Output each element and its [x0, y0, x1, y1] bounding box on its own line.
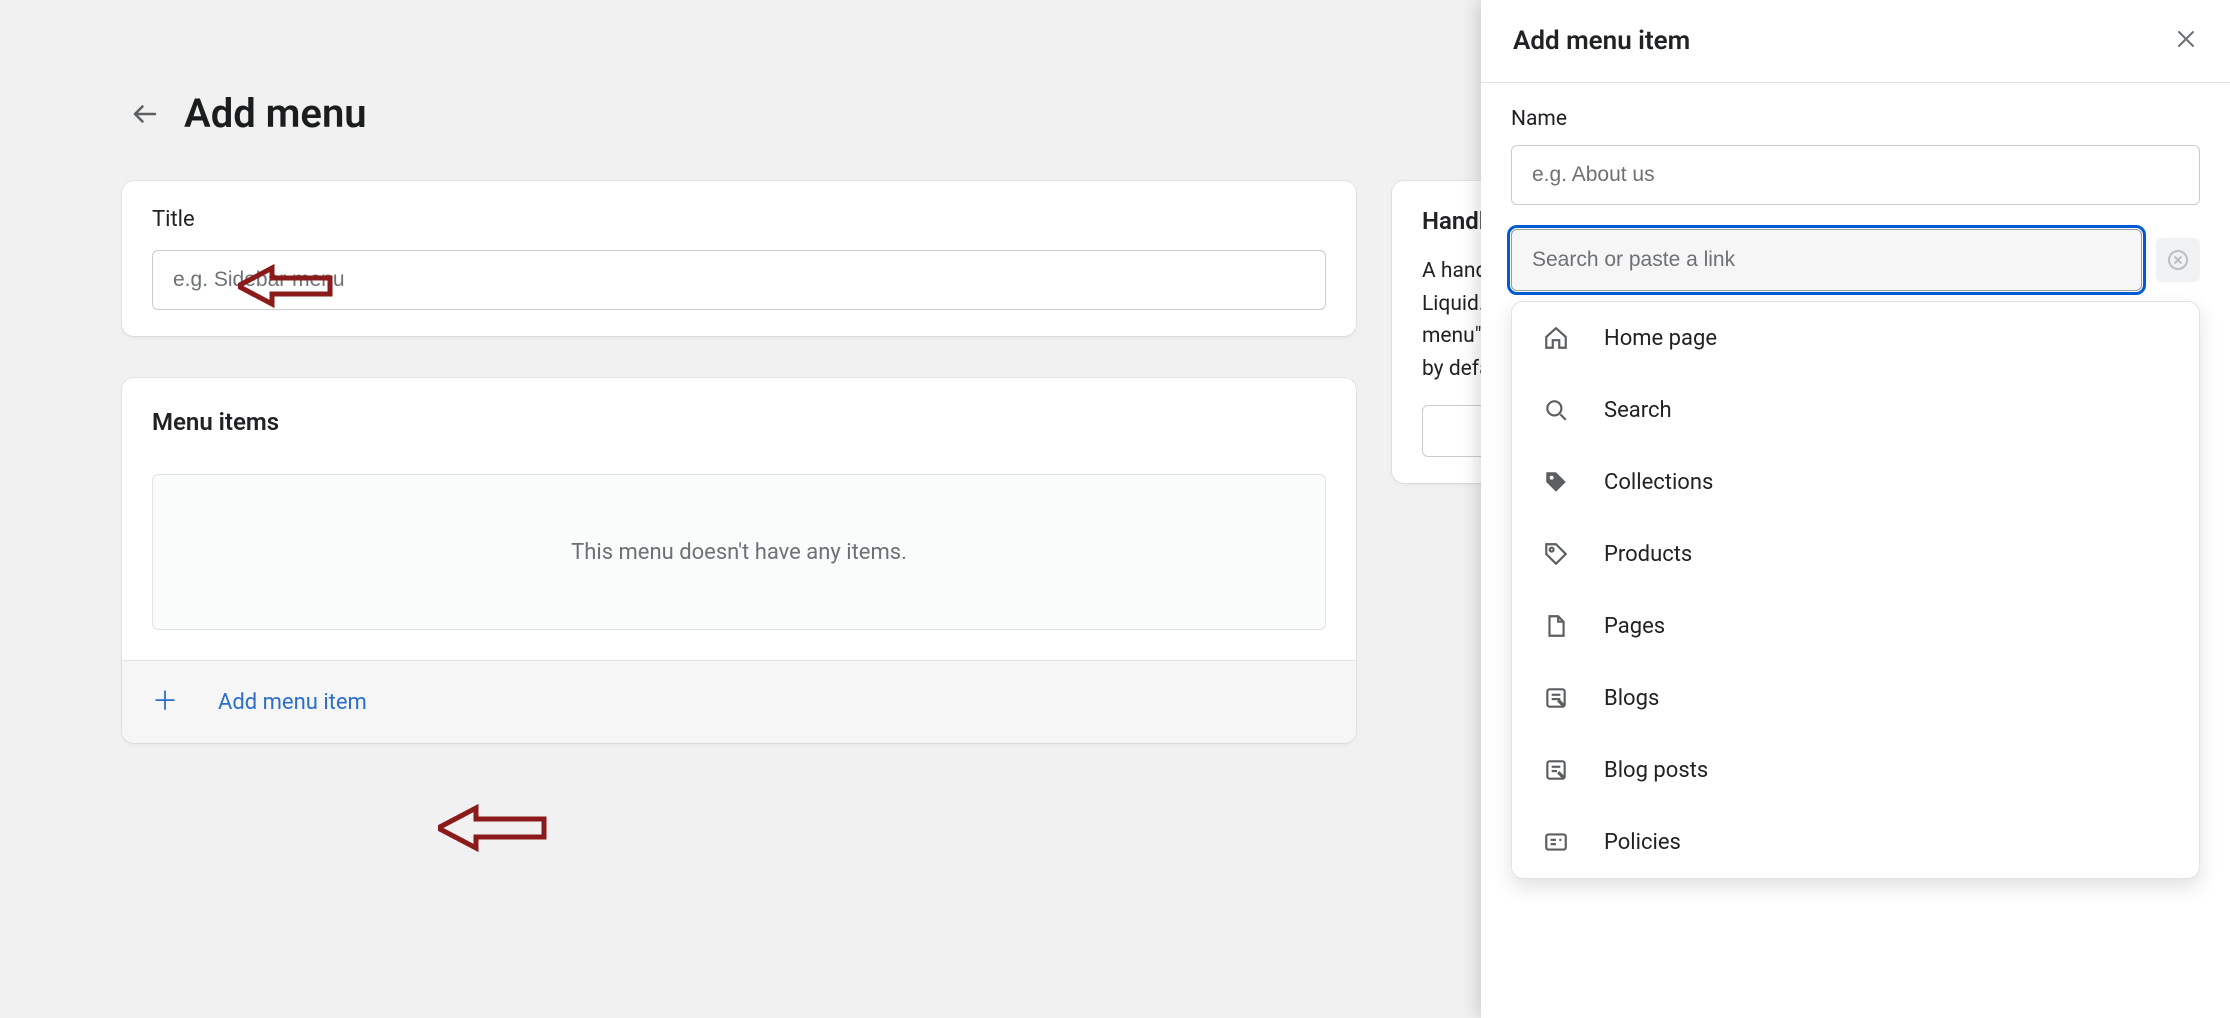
link-input[interactable] — [1511, 229, 2142, 291]
panel-header: Add menu item — [1481, 0, 2230, 83]
dropdown-label: Home page — [1604, 326, 1717, 351]
panel-title: Add menu item — [1513, 26, 1690, 56]
policy-icon — [1542, 828, 1570, 856]
title-card: Title — [122, 181, 1356, 336]
name-label: Name — [1511, 107, 2200, 131]
close-icon[interactable] — [2174, 27, 2198, 56]
dropdown-label: Pages — [1604, 614, 1665, 639]
tag-icon — [1542, 468, 1570, 496]
dropdown-label: Policies — [1604, 830, 1681, 855]
page-icon — [1542, 612, 1570, 640]
menu-items-card: Menu items This menu doesn't have any it… — [122, 378, 1356, 743]
panel-body: Name Home page Search — [1481, 83, 2230, 1018]
dropdown-label: Blogs — [1604, 686, 1659, 711]
menu-items-heading: Menu items — [152, 408, 1326, 436]
dropdown-item-blogs[interactable]: Blogs — [1512, 662, 2199, 734]
dropdown-item-products[interactable]: Products — [1512, 518, 2199, 590]
add-menu-item-panel: Add menu item Name Home page — [1481, 0, 2230, 1018]
dropdown-item-pages[interactable]: Pages — [1512, 590, 2199, 662]
empty-text: This menu doesn't have any items. — [571, 540, 907, 565]
blog-post-icon — [1542, 756, 1570, 784]
menu-items-empty-state: This menu doesn't have any items. — [152, 474, 1326, 630]
add-menu-item-button[interactable]: ＋ Add menu item — [122, 660, 1356, 743]
title-input[interactable] — [152, 250, 1326, 310]
link-row — [1511, 229, 2200, 291]
add-menu-item-label: Add menu item — [218, 690, 367, 715]
name-input[interactable] — [1511, 145, 2200, 205]
tag-outline-icon — [1542, 540, 1570, 568]
link-dropdown: Home page Search Collections Products — [1511, 301, 2200, 879]
blog-icon — [1542, 684, 1570, 712]
dropdown-item-search[interactable]: Search — [1512, 374, 2199, 446]
dropdown-item-home[interactable]: Home page — [1512, 302, 2199, 374]
clear-link-icon[interactable] — [2156, 238, 2200, 282]
title-label: Title — [152, 207, 1326, 232]
home-icon — [1542, 324, 1570, 352]
dropdown-item-blog-posts[interactable]: Blog posts — [1512, 734, 2199, 806]
dropdown-item-policies[interactable]: Policies — [1512, 806, 2199, 878]
left-column: Title Menu items This menu doesn't have … — [122, 181, 1356, 743]
page-title: Add menu — [184, 90, 367, 137]
annotation-arrow-add-item — [438, 800, 548, 856]
dropdown-label: Search — [1604, 398, 1672, 423]
back-arrow-icon[interactable] — [130, 99, 160, 129]
dropdown-label: Blog posts — [1604, 758, 1708, 783]
dropdown-label: Collections — [1604, 470, 1713, 495]
search-icon — [1542, 396, 1570, 424]
dropdown-item-collections[interactable]: Collections — [1512, 446, 2199, 518]
plus-icon: ＋ — [152, 689, 178, 715]
dropdown-label: Products — [1604, 542, 1692, 567]
